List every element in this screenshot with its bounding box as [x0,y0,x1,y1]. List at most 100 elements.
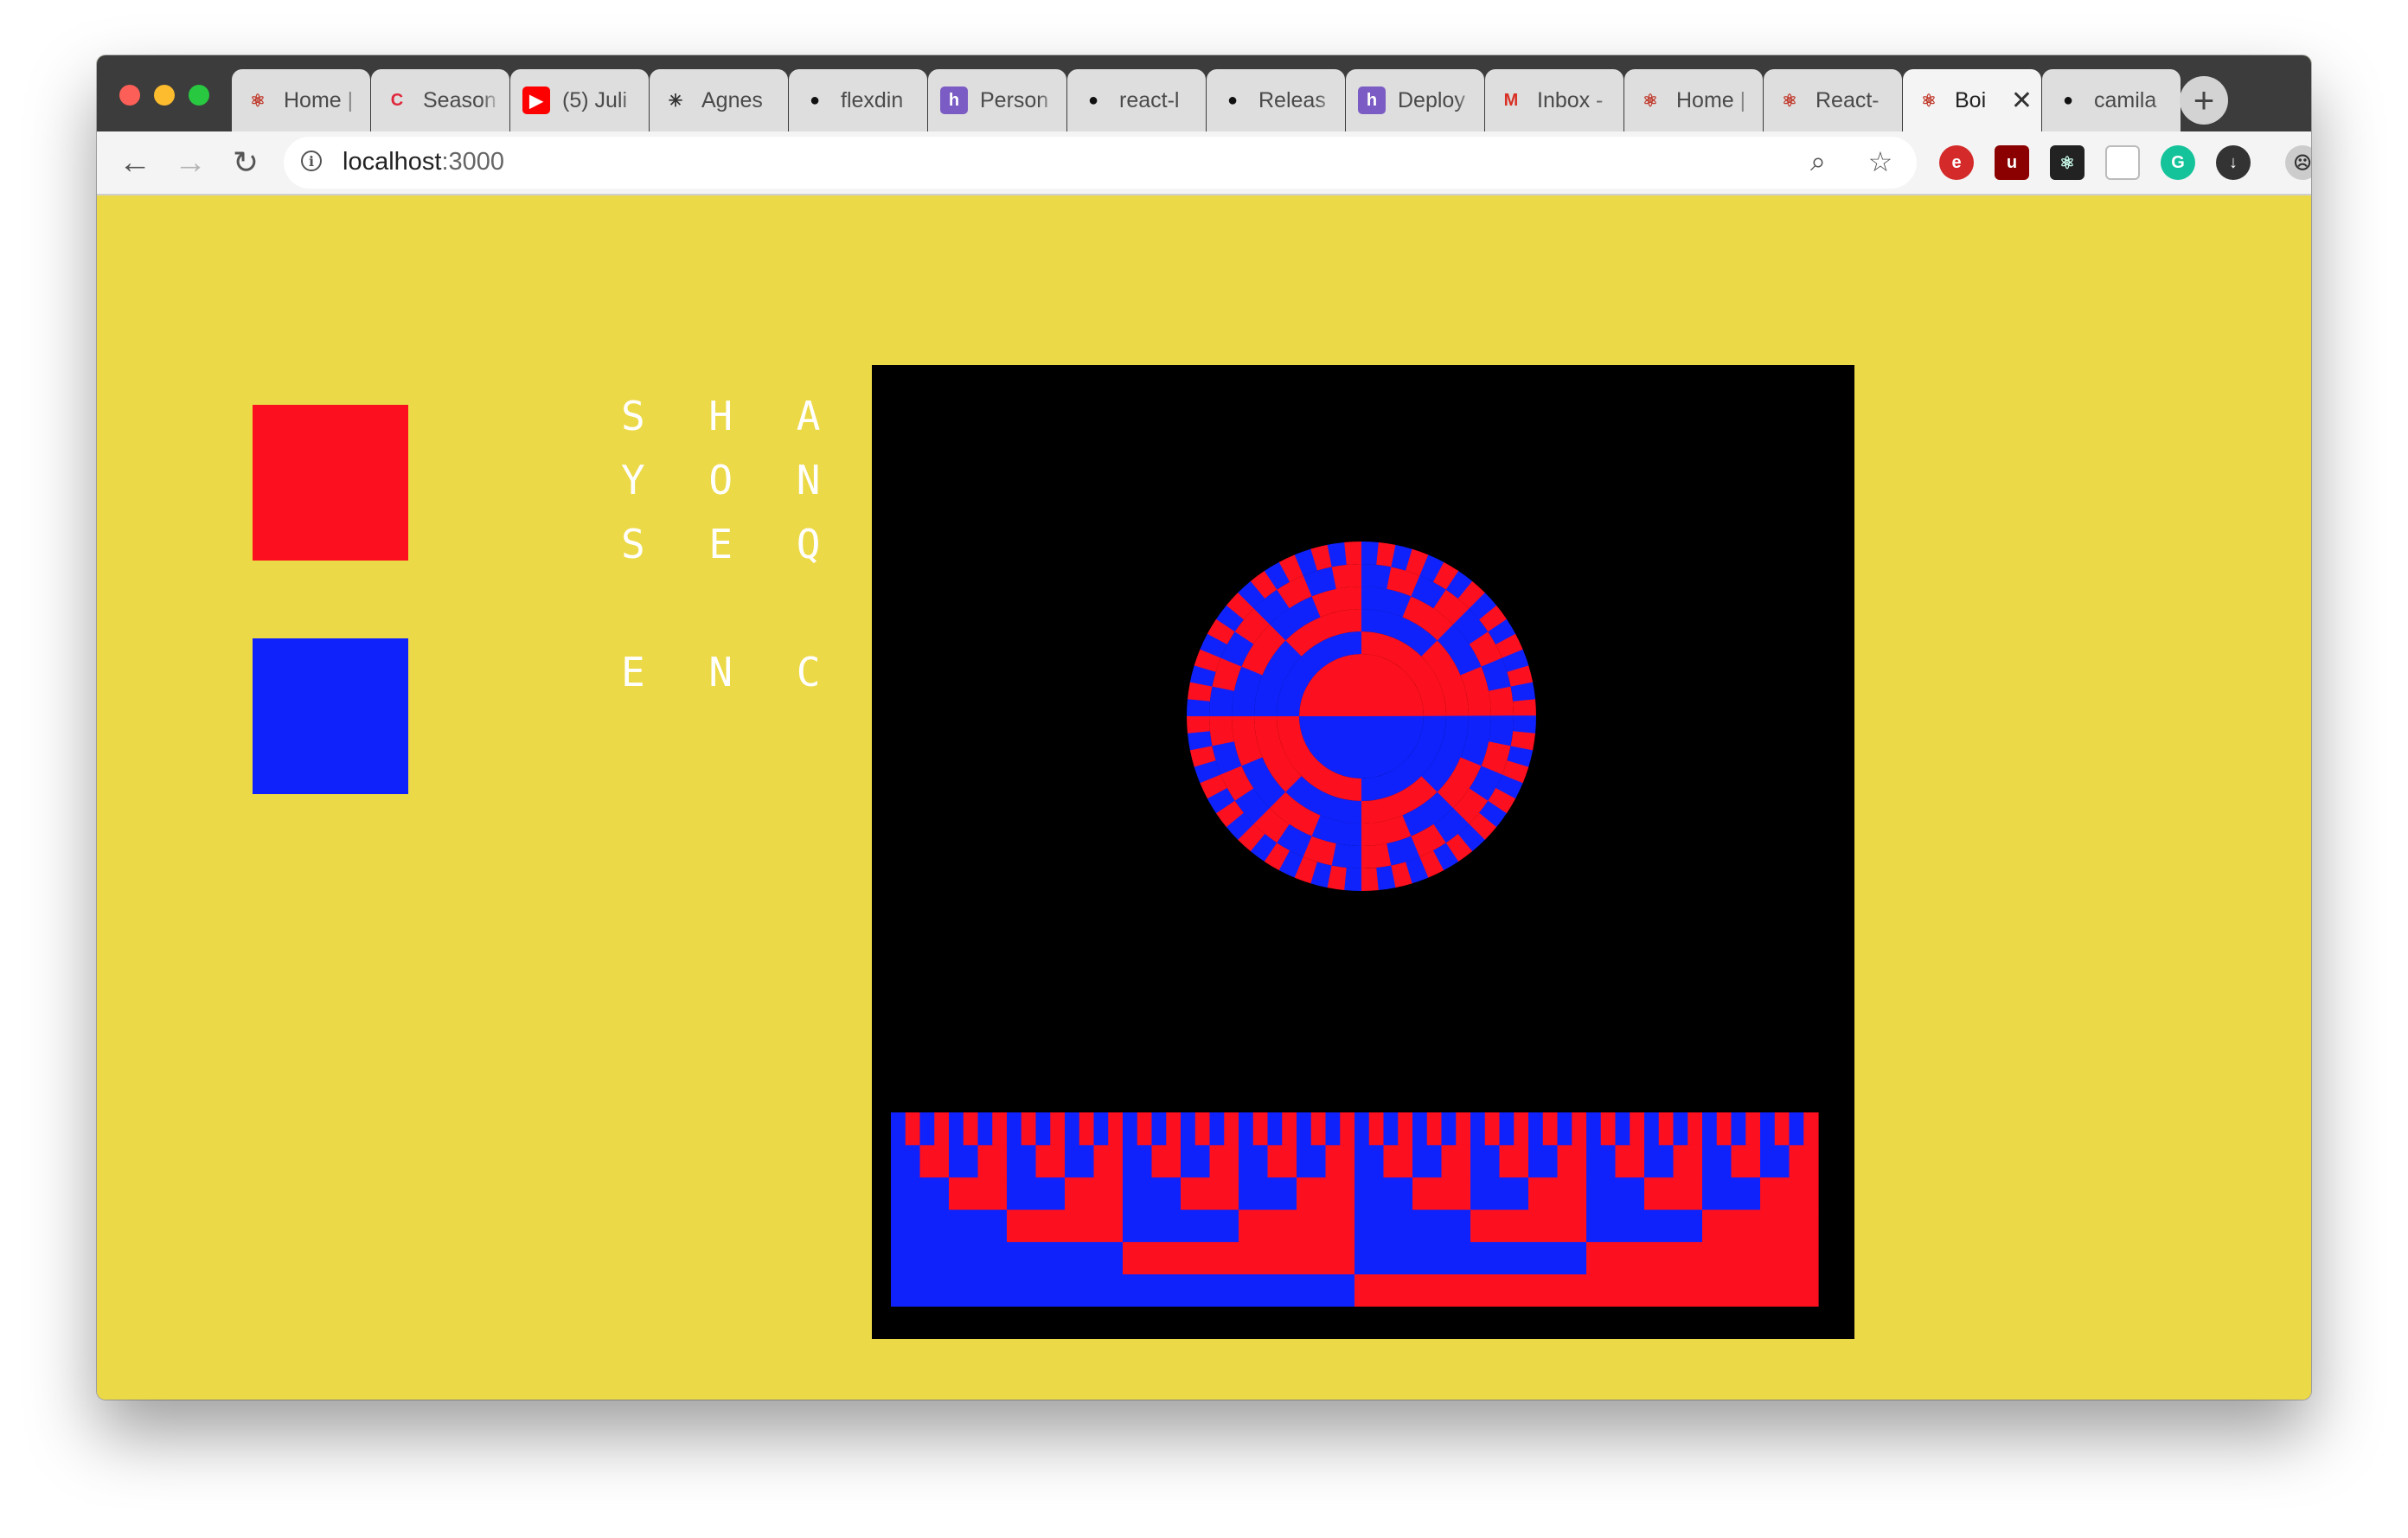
minimize-window-button[interactable] [154,85,175,106]
tab-title: Season [423,87,496,112]
band-segment [1035,1144,1066,1178]
band-segment [977,1144,1008,1178]
tab-title: (5) Juli [562,87,628,112]
url-host: localhost [343,148,442,176]
band-segment [1297,1112,1312,1145]
band-segment [1354,1209,1471,1242]
react-devtools-icon[interactable]: ⚛ [2050,145,2085,180]
browser-tab[interactable]: ⚛ Boi ✕ [1903,69,2041,131]
circle-segment [1209,686,1234,717]
band-segment [1557,1112,1572,1145]
browser-tab[interactable]: ⚛ Home | [232,69,370,131]
band-segment [1239,1176,1297,1210]
tab-title: Releas [1258,87,1326,112]
band-segment [1658,1112,1675,1145]
browser-tab[interactable]: ⚛ Home | [1624,69,1763,131]
band-segment [1470,1176,1529,1210]
browser-tab[interactable]: ● camila [2042,69,2181,131]
c-logo-icon: C [390,90,404,110]
browser-tab[interactable]: h Deploy [1346,69,1484,131]
circle-segment [1361,564,1392,589]
close-tab-icon[interactable]: ✕ [2011,86,2033,116]
new-tab-button[interactable]: + [2180,76,2228,125]
tab-title: Person [980,87,1049,112]
react-logo-icon: ⚛ [1921,91,1937,111]
sequence-graphic [891,542,1819,1307]
band-segment [1441,1112,1457,1145]
circle-segment [1209,716,1235,747]
band-segment [1123,1176,1182,1210]
band-segment [1731,1144,1761,1178]
grammarly-icon[interactable]: G [2161,145,2195,180]
url-text[interactable]: localhost:3000 [343,148,504,176]
band-segment [1630,1112,1645,1145]
browser-tab[interactable]: ▶ (5) Juli [510,69,649,131]
browser-tab[interactable]: C Season [371,69,509,131]
band-segment [1354,1273,1819,1307]
band-segment [1209,1112,1225,1145]
back-arrow-icon[interactable]: ← [114,142,156,183]
browser-toolbar: ← → ↻ i localhost:3000 ⌕ ☆ e u ⚛ G ↓ ☹ ⋮ [97,131,2311,195]
browser-tab[interactable]: ⚛ React- [1764,69,1902,131]
circle-segment [1488,685,1514,716]
band-segment [1528,1112,1544,1145]
tab-title: Inbox - [1537,87,1604,112]
browser-tab[interactable]: M Inbox - [1485,69,1623,131]
band-segment [919,1112,935,1145]
tab-strip: ⚛ Home | C Season ▶ (5) Juli ✳ Agnes ● flexdin h Pe… [97,55,2311,131]
band-segment [1803,1112,1819,1145]
band-segment [1007,1209,1124,1242]
band-segment [1789,1112,1804,1145]
zoom-icon[interactable]: ⌕ [1803,145,1834,178]
band-segment [1079,1112,1095,1145]
github-icon: ● [1226,90,1239,110]
profile-avatar-icon[interactable]: ☹ [2285,145,2311,180]
band-segment [1354,1144,1385,1178]
tab-title: Agnes [701,87,763,112]
address-bar[interactable]: i localhost:3000 ⌕ ☆ [284,137,1917,189]
info-icon[interactable]: i [301,151,322,171]
circle-segment [1344,868,1362,891]
band-segment [891,1112,906,1145]
band-segment [1586,1176,1645,1210]
close-window-button[interactable] [119,85,140,106]
browser-tab[interactable]: ✳ Agnes [650,69,788,131]
forward-arrow-icon[interactable]: → [170,142,211,183]
band-segment [1557,1144,1587,1178]
band-segment [949,1176,1008,1210]
band-segment [1528,1144,1559,1178]
tab-title: React- [1816,87,1880,112]
band-segment [919,1144,950,1178]
band-segment [1065,1144,1095,1178]
band-segment [1181,1144,1211,1178]
band-segment [1644,1112,1660,1145]
maximize-window-button[interactable] [189,85,209,106]
url-port: :3000 [441,148,505,176]
band-segment [1644,1144,1675,1178]
band-segment [1499,1112,1515,1145]
download-icon[interactable]: ↓ [2216,145,2251,180]
band-segment [1093,1112,1109,1145]
band-segment [963,1112,979,1145]
band-segment [992,1112,1008,1145]
browser-tab[interactable]: h Person [928,69,1066,131]
band-segment [1007,1176,1066,1210]
react-logo-icon: ⚛ [1782,91,1797,111]
band-segment [1123,1209,1239,1242]
blank-extension-icon[interactable] [2105,145,2140,180]
page-title: S H A O Y O N G S E Q U E N C E [621,384,908,704]
band-segment [1093,1144,1124,1178]
browser-tab[interactable]: ● flexdin [789,69,927,131]
extension-icon[interactable]: e [1939,145,1974,180]
browser-tab[interactable]: ● Releas [1207,69,1345,131]
browser-tab[interactable]: ● react-l [1067,69,1206,131]
tab-title: Boi [1955,87,1987,112]
github-icon: ● [809,90,821,110]
reload-icon[interactable]: ↻ [225,142,266,183]
circle-segment [1513,698,1536,716]
bookmark-star-icon[interactable]: ☆ [1865,145,1896,178]
title-line [621,576,846,640]
ublock-icon[interactable]: u [1995,145,2029,180]
band-segment [1789,1144,1819,1178]
band-segment [1267,1112,1283,1145]
